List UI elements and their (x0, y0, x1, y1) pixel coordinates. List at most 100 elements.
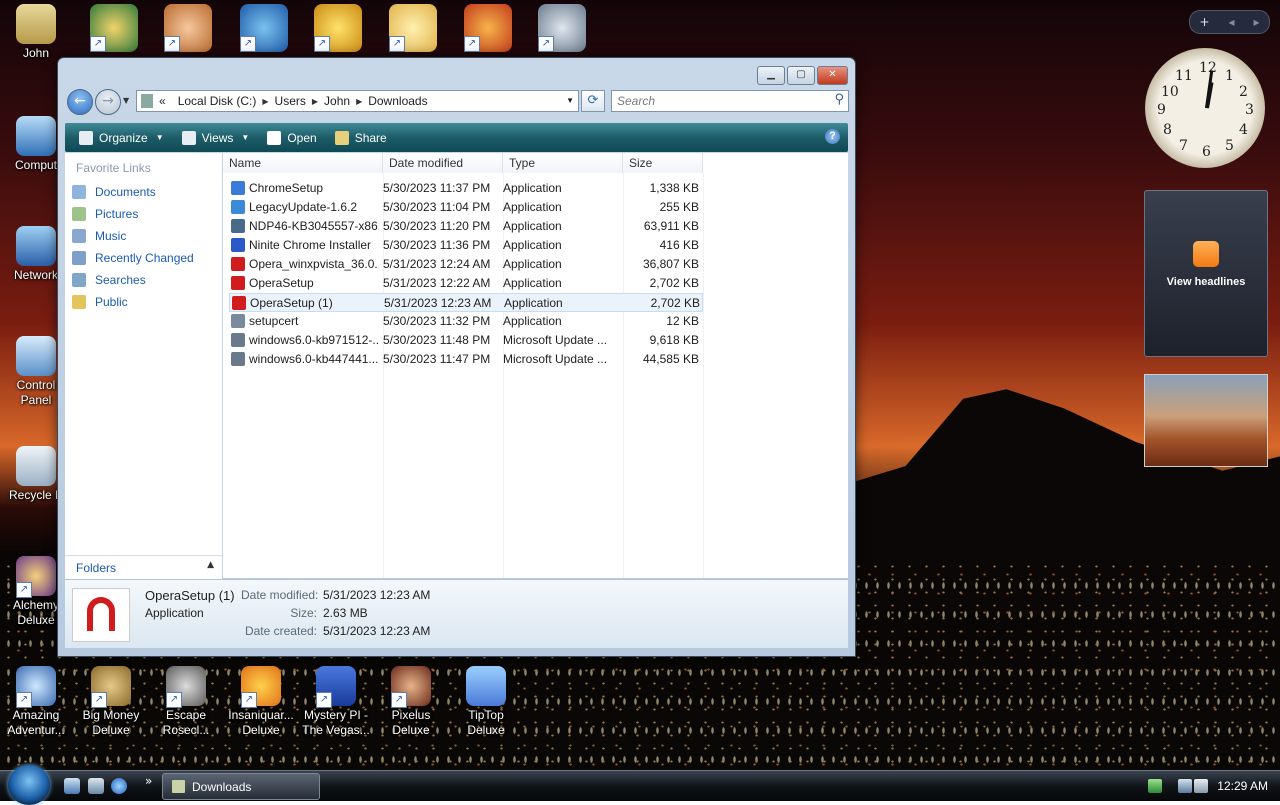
taskbar-button-downloads[interactable]: Downloads (162, 773, 320, 800)
close-button[interactable]: ✕ (817, 66, 848, 85)
breadcrumb-item[interactable]: Downloads (362, 94, 433, 108)
file-date-modified: 5/30/2023 11:32 PM (383, 314, 491, 328)
game-shortcut-icon[interactable]: ↗ (164, 4, 212, 52)
clock-numeral: 1 (1225, 68, 1234, 84)
next-gadget-button[interactable]: ▸ (1253, 15, 1259, 29)
file-date-modified: 5/31/2023 12:22 AM (383, 276, 491, 290)
favorite-link-label: Music (95, 229, 127, 243)
file-row[interactable]: windows6.0-kb971512-... 5/30/2023 11:48 P… (229, 331, 703, 350)
game-shortcut-icon[interactable]: ↗ (314, 4, 362, 52)
column-header-name[interactable]: Name (223, 153, 383, 173)
column-header-type[interactable]: Type (503, 153, 623, 173)
game-shortcut-icon[interactable]: ↗ (240, 4, 288, 52)
feed-headlines-gadget[interactable]: View headlines (1144, 190, 1268, 357)
file-name: windows6.0-kb447441... (249, 352, 379, 366)
details-label: Date created: (244, 624, 317, 638)
taskbar-button-label: Downloads (192, 780, 252, 794)
breadcrumb-item[interactable]: Local Disk (C:) (172, 94, 263, 108)
clock[interactable]: 12:29 AM (1217, 779, 1268, 793)
breadcrumb-item[interactable]: John (318, 94, 356, 108)
money-bag-icon: ↗ (91, 666, 131, 708)
slideshow-gadget[interactable] (1144, 374, 1268, 467)
folders-toggle[interactable]: Folders ▲ (65, 555, 222, 580)
desktop-icon-amazing-adventures[interactable]: ↗ Amazing Adventur... (1, 666, 71, 738)
wizard-icon: ↗ (16, 556, 56, 598)
help-icon[interactable]: ? (825, 129, 840, 144)
quick-launch-overflow-icon[interactable]: » (145, 774, 152, 788)
file-date-modified: 5/30/2023 11:20 PM (383, 219, 491, 233)
file-type: Microsoft Update ... (503, 333, 608, 347)
file-row[interactable]: OperaSetup (1) 5/31/2023 12:23 AM Applicat… (229, 293, 703, 312)
file-type: Application (503, 238, 562, 252)
favorite-link-public[interactable]: Public (72, 292, 128, 312)
search-icon[interactable]: ⚲ (834, 92, 844, 107)
network-icon[interactable] (1178, 779, 1192, 793)
back-button[interactable]: ← (67, 89, 93, 115)
address-dropdown-icon[interactable]: ▼ (566, 96, 574, 105)
file-name: windows6.0-kb971512-... (249, 333, 379, 347)
chevron-up-icon: ▲ (207, 560, 214, 570)
file-date-modified: 5/30/2023 11:36 PM (383, 238, 491, 252)
views-button[interactable]: Views ▼ (178, 130, 254, 145)
volume-muted-icon[interactable] (1194, 779, 1208, 793)
favorite-link-music[interactable]: Music (72, 226, 126, 246)
file-row[interactable]: setupcert 5/30/2023 11:32 PM Application 12… (229, 312, 703, 331)
mystery-pi-logo-icon: ↗ (316, 666, 356, 708)
switch-windows-icon[interactable] (88, 778, 104, 794)
organize-button[interactable]: Organize ▼ (75, 130, 168, 145)
desktop-icon-mystery-pi[interactable]: ↗ Mystery PI - The Vegas... (301, 666, 371, 738)
recent-pages-dropdown[interactable]: ▼ (123, 96, 129, 105)
forward-button[interactable]: → (95, 89, 121, 115)
start-button[interactable] (8, 765, 50, 805)
column-header-date-modified[interactable]: Date modified (383, 153, 503, 173)
file-row[interactable]: OperaSetup 5/31/2023 12:22 AM Application 2… (229, 274, 703, 293)
minimize-button[interactable]: ▁ (757, 66, 785, 85)
file-type: Microsoft Update ... (503, 352, 608, 366)
file-type: Application (503, 200, 562, 214)
organize-label: Organize (99, 130, 148, 145)
show-desktop-icon[interactable] (64, 778, 80, 794)
add-gadget-button[interactable]: + (1199, 15, 1209, 29)
file-row[interactable]: windows6.0-kb447441... 5/30/2023 11:47 PM… (229, 350, 703, 369)
column-header-size[interactable]: Size (623, 153, 703, 173)
share-button[interactable]: Share (331, 130, 391, 145)
game-shortcut-icon[interactable]: ↗ (90, 4, 138, 52)
file-row[interactable]: ChromeSetup 5/30/2023 11:37 PM Application… (229, 179, 703, 198)
search-input[interactable]: Search ⚲ (611, 90, 849, 112)
desktop-icon-big-money[interactable]: ↗ Big Money Deluxe (76, 666, 146, 738)
clock-gadget[interactable]: 12 1 2 3 4 5 6 7 8 9 10 11 (1145, 48, 1265, 168)
address-bar[interactable]: « Local Disk (C:) ▶ Users ▶ John ▶ Downl… (136, 90, 579, 112)
view-headlines-label[interactable]: View headlines (1145, 276, 1267, 288)
file-row[interactable]: LegacyUpdate-1.6.2 5/30/2023 11:04 PM Appl… (229, 198, 703, 217)
favorite-link-recently-changed[interactable]: Recently Changed (72, 248, 194, 268)
windows-update-icon[interactable] (1148, 779, 1162, 793)
file-row[interactable]: Ninite Chrome Installer 5/30/2023 11:36 P… (229, 236, 703, 255)
file-icon (231, 219, 245, 233)
game-shortcut-icon[interactable]: ↗ (389, 4, 437, 52)
open-button[interactable]: Open (263, 130, 320, 145)
desktop-icon-insaniquarium[interactable]: ↗ Insaniquar... Deluxe (226, 666, 296, 738)
previous-gadget-button[interactable]: ◂ (1228, 15, 1234, 29)
game-shortcut-icon[interactable]: ↗ (464, 4, 512, 52)
open-label: Open (287, 130, 317, 145)
file-row[interactable]: NDP46-KB3045557-x86... 5/30/2023 11:20 PM… (229, 217, 703, 236)
address-overflow[interactable]: « (153, 94, 172, 108)
internet-explorer-icon[interactable] (111, 778, 127, 794)
file-size: 63,911 KB (643, 219, 699, 233)
desktop-icon-pixelus[interactable]: ↗ Pixelus Deluxe (376, 666, 446, 738)
favorite-link-label: Searches (95, 273, 146, 287)
recently-changed-icon (72, 251, 86, 265)
game-shortcut-icon[interactable]: ↗ (538, 4, 586, 52)
breadcrumb-item[interactable]: Users (269, 94, 312, 108)
pictures-icon (72, 207, 86, 221)
desktop-icon-tiptop[interactable]: TipTop Deluxe (451, 666, 521, 738)
refresh-button[interactable]: ⟳ (581, 90, 605, 112)
favorite-link-pictures[interactable]: Pictures (72, 204, 138, 224)
desktop-icon-user-folder[interactable]: John (1, 4, 71, 61)
favorite-link-documents[interactable]: Documents (72, 182, 156, 202)
favorite-link-searches[interactable]: Searches (72, 270, 146, 290)
file-row[interactable]: Opera_winxpvista_36.0.... 5/31/2023 12:24… (229, 255, 703, 274)
desktop-icon-escape-rosecliff[interactable]: ↗ Escape Rosecl... (151, 666, 221, 738)
file-size: 44,585 KB (642, 352, 699, 366)
maximize-button[interactable]: ▢ (787, 66, 815, 85)
